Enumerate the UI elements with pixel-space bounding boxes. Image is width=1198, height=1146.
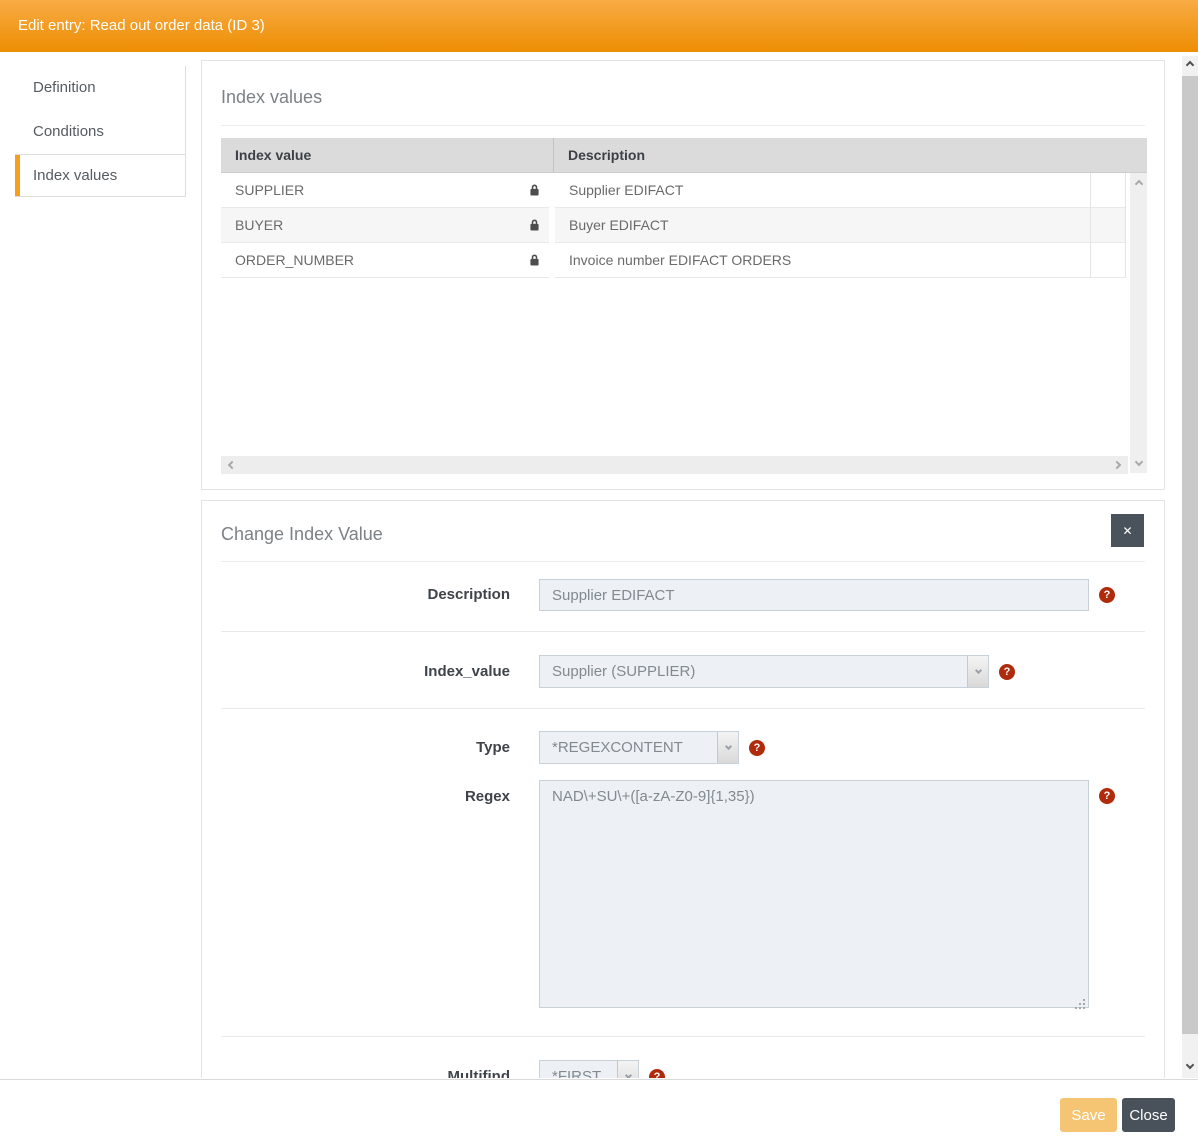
app-header: Edit entry: Read out order data (ID 3) bbox=[0, 0, 1198, 52]
column-header-description: Description bbox=[554, 138, 1147, 172]
form-row-multifind: Multifind *FIRST ? bbox=[221, 1037, 1145, 1078]
resize-handle[interactable] bbox=[1083, 1007, 1085, 1009]
selected-value: *REGEXCONTENT bbox=[540, 739, 683, 756]
close-button[interactable]: Close bbox=[1122, 1098, 1175, 1132]
scroll-left-button[interactable] bbox=[223, 456, 241, 474]
type-select[interactable]: *REGEXCONTENT bbox=[539, 731, 739, 764]
sidebar-item-index-values[interactable]: Index values bbox=[15, 154, 185, 197]
table-horizontal-scrollbar[interactable] bbox=[221, 456, 1128, 474]
help-icon[interactable]: ? bbox=[1099, 788, 1115, 804]
chevron-down-icon bbox=[724, 743, 731, 750]
help-icon[interactable]: ? bbox=[749, 740, 765, 756]
page-scroll-down-button[interactable] bbox=[1182, 1056, 1198, 1074]
chevron-up-icon bbox=[1134, 180, 1142, 188]
sidebar-item-label: Definition bbox=[33, 79, 96, 96]
field-label: Regex bbox=[221, 780, 510, 1013]
help-icon[interactable]: ? bbox=[649, 1069, 665, 1079]
page-scrollbar-thumb[interactable] bbox=[1182, 76, 1198, 1034]
chevron-down-icon bbox=[1134, 458, 1142, 466]
chevron-down-icon bbox=[1186, 1061, 1194, 1069]
page-scroll-up-button[interactable] bbox=[1182, 56, 1198, 74]
sidebar-nav: Definition Conditions Index values bbox=[15, 66, 186, 197]
chevron-down-icon bbox=[974, 667, 981, 674]
chevron-left-icon bbox=[228, 461, 236, 469]
select-arrow bbox=[717, 732, 738, 763]
selected-value: Supplier (SUPPLIER) bbox=[540, 663, 695, 680]
form-row-description: Description ? bbox=[221, 562, 1145, 632]
lock-icon bbox=[528, 218, 541, 232]
field-label: Type bbox=[221, 731, 510, 764]
index-values-panel: Index values Index value Description SUP… bbox=[201, 60, 1165, 490]
selected-value: *FIRST bbox=[540, 1068, 601, 1078]
close-icon: ✕ bbox=[1122, 524, 1132, 538]
sidebar-item-label: Conditions bbox=[33, 123, 104, 140]
table-header-row: Index value Description bbox=[221, 138, 1147, 173]
index-value-cell: BUYER bbox=[235, 217, 283, 233]
empty-cell bbox=[1091, 173, 1126, 208]
lock-icon bbox=[528, 183, 541, 197]
index-value-select[interactable]: Supplier (SUPPLIER) bbox=[539, 655, 989, 688]
multifind-select[interactable]: *FIRST bbox=[539, 1060, 639, 1078]
chevron-up-icon bbox=[1186, 61, 1194, 69]
form-row-index-value: Index_value Supplier (SUPPLIER) ? bbox=[221, 632, 1145, 709]
chevron-down-icon bbox=[624, 1072, 631, 1078]
form-row-regex: Regex NAD\+SU\+([a-zA-Z0-9]{1,35}) ? bbox=[221, 764, 1145, 1037]
field-label: Multifind bbox=[221, 1060, 510, 1078]
panel-header: Index values bbox=[221, 61, 1145, 126]
sidebar-item-conditions[interactable]: Conditions bbox=[15, 110, 185, 154]
page-scrollbar[interactable] bbox=[1182, 56, 1198, 1078]
empty-cell bbox=[1091, 208, 1126, 243]
scroll-right-button[interactable] bbox=[1108, 456, 1126, 474]
index-value-cell: SUPPLIER bbox=[235, 182, 304, 198]
active-indicator bbox=[15, 155, 20, 196]
field-label: Index_value bbox=[221, 655, 510, 688]
help-icon[interactable]: ? bbox=[999, 664, 1015, 680]
lock-icon bbox=[528, 253, 541, 267]
panel-title: Index values bbox=[221, 87, 322, 107]
panel-close-button[interactable]: ✕ bbox=[1111, 514, 1144, 547]
page-title: Edit entry: Read out order data (ID 3) bbox=[18, 17, 265, 34]
field-label: Description bbox=[221, 579, 510, 611]
chevron-right-icon bbox=[1113, 461, 1121, 469]
sidebar-item-definition[interactable]: Definition bbox=[15, 66, 185, 110]
scroll-down-button[interactable] bbox=[1130, 453, 1147, 471]
sidebar-item-label: Index values bbox=[33, 167, 117, 184]
scroll-up-button[interactable] bbox=[1130, 175, 1147, 193]
panel-header: Change Index Value bbox=[221, 501, 1145, 562]
description-cell: Buyer EDIFACT bbox=[555, 208, 1091, 243]
panel-title: Change Index Value bbox=[221, 524, 383, 544]
empty-cell bbox=[1091, 243, 1126, 278]
footer-bar: Save Close bbox=[0, 1079, 1198, 1146]
table-row[interactable]: ORDER_NUMBER Invoice number EDIFACT ORDE… bbox=[221, 243, 1147, 278]
select-arrow bbox=[967, 656, 988, 687]
description-cell: Supplier EDIFACT bbox=[555, 173, 1091, 208]
description-input[interactable] bbox=[539, 579, 1089, 611]
form-row-type: Type *REGEXCONTENT ? bbox=[221, 709, 1145, 764]
column-header-index-value: Index value bbox=[221, 138, 554, 172]
index-values-table: Index value Description SUPPLIER Supplie… bbox=[221, 138, 1147, 474]
help-icon[interactable]: ? bbox=[1099, 587, 1115, 603]
change-index-value-panel: Change Index Value ✕ Description ? Index… bbox=[201, 500, 1165, 1078]
index-value-cell: ORDER_NUMBER bbox=[235, 252, 354, 268]
table-row[interactable]: SUPPLIER Supplier EDIFACT bbox=[221, 173, 1147, 208]
save-button[interactable]: Save bbox=[1060, 1098, 1117, 1132]
table-vertical-scrollbar[interactable] bbox=[1130, 173, 1147, 473]
regex-textarea[interactable]: NAD\+SU\+([a-zA-Z0-9]{1,35}) bbox=[539, 780, 1089, 1008]
select-arrow bbox=[617, 1061, 638, 1078]
table-row[interactable]: BUYER Buyer EDIFACT bbox=[221, 208, 1147, 243]
description-cell: Invoice number EDIFACT ORDERS bbox=[555, 243, 1091, 278]
